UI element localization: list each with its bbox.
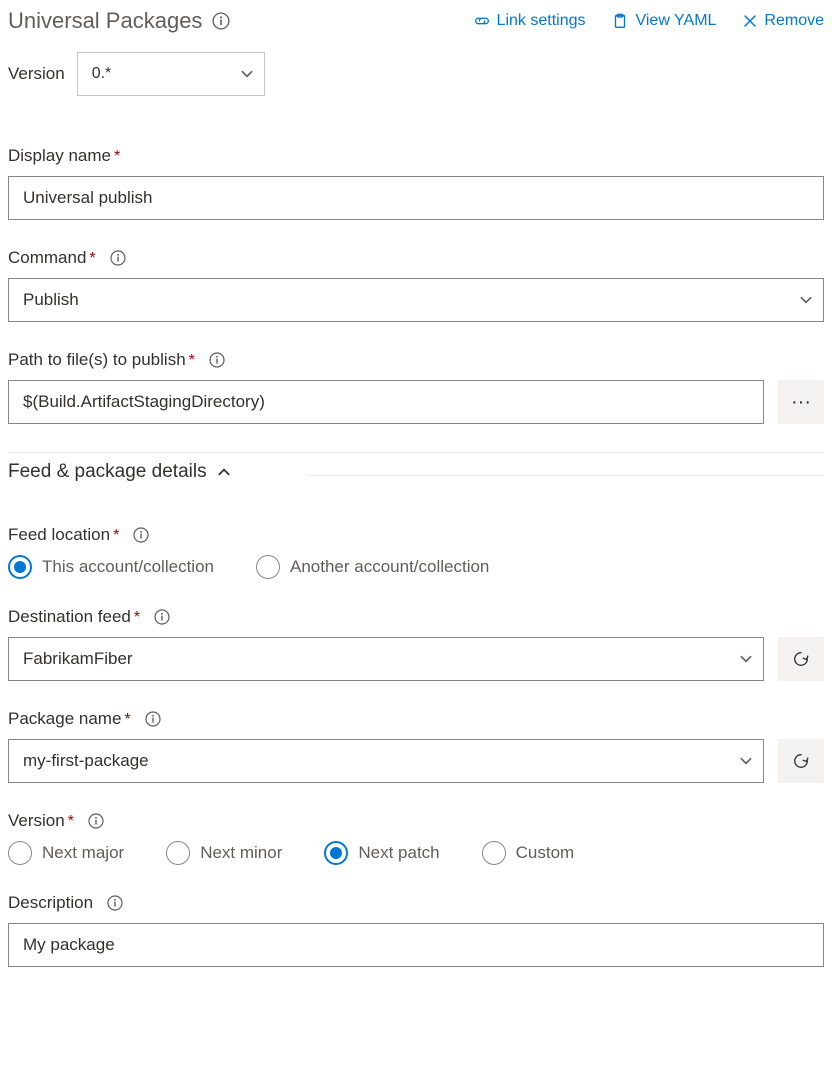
chevron-up-icon (217, 465, 231, 479)
feed-location-field: Feed location* This account/collection A… (8, 525, 824, 579)
path-input[interactable] (8, 380, 764, 424)
close-icon (742, 13, 758, 29)
version-strategy-field: Version* Next major Next minor Next patc… (8, 811, 824, 865)
info-icon[interactable] (212, 12, 230, 30)
radio-custom[interactable]: Custom (482, 841, 575, 865)
view-yaml-label: View YAML (635, 12, 716, 30)
radio-this-account[interactable]: This account/collection (8, 555, 214, 579)
display-name-field: Display name* (8, 146, 824, 220)
command-field: Command* Publish (8, 248, 824, 322)
command-value: Publish (23, 290, 79, 310)
chevron-down-icon (739, 754, 753, 768)
chevron-down-icon (799, 293, 813, 307)
task-version-row: Version 0.* (8, 52, 824, 96)
section-feed-package[interactable]: Feed & package details (8, 452, 824, 495)
display-name-input[interactable] (8, 176, 824, 220)
header-left: Universal Packages (8, 8, 230, 34)
description-label: Description (8, 893, 93, 913)
remove-label: Remove (764, 12, 824, 30)
clipboard-icon (611, 12, 629, 30)
display-name-label: Display name* (8, 146, 120, 166)
radio-another-label: Another account/collection (290, 557, 489, 577)
feed-location-label: Feed location* (8, 525, 119, 545)
radio-next-patch[interactable]: Next patch (324, 841, 439, 865)
chevron-down-icon (739, 652, 753, 666)
destination-feed-value: FabrikamFiber (23, 649, 133, 669)
radio-next-major[interactable]: Next major (8, 841, 124, 865)
remove-button[interactable]: Remove (742, 12, 824, 30)
info-icon[interactable] (133, 527, 149, 543)
destination-feed-field: Destination feed* FabrikamFiber (8, 607, 824, 681)
task-version-value: 0.* (92, 65, 112, 83)
package-name-value: my-first-package (23, 751, 149, 771)
package-name-select[interactable]: my-first-package (8, 739, 764, 783)
description-input[interactable] (8, 923, 824, 967)
radio-another-account[interactable]: Another account/collection (256, 555, 489, 579)
refresh-icon (792, 650, 810, 668)
task-version-select[interactable]: 0.* (77, 52, 265, 96)
info-icon[interactable] (209, 352, 225, 368)
link-settings-button[interactable]: Link settings (473, 12, 586, 30)
header-actions: Link settings View YAML Remove (473, 12, 824, 30)
section-title: Feed & package details (8, 461, 207, 483)
chevron-down-icon (240, 67, 254, 81)
refresh-icon (792, 752, 810, 770)
info-icon[interactable] (107, 895, 123, 911)
link-settings-label: Link settings (497, 12, 586, 30)
ellipsis-icon: ··· (791, 391, 811, 414)
view-yaml-button[interactable]: View YAML (611, 12, 716, 30)
destination-feed-label: Destination feed* (8, 607, 140, 627)
destination-feed-select[interactable]: FabrikamFiber (8, 637, 764, 681)
package-name-field: Package name* my-first-package (8, 709, 824, 783)
info-icon[interactable] (154, 609, 170, 625)
task-header: Universal Packages Link settings View YA… (8, 8, 824, 34)
feed-location-radio-group: This account/collection Another account/… (8, 555, 824, 579)
path-label: Path to file(s) to publish* (8, 350, 195, 370)
radio-this-label: This account/collection (42, 557, 214, 577)
link-icon (473, 12, 491, 30)
version-strategy-radio-group: Next major Next minor Next patch Custom (8, 841, 824, 865)
command-label: Command* (8, 248, 96, 268)
version-strategy-label: Version* (8, 811, 74, 831)
radio-next-minor[interactable]: Next minor (166, 841, 282, 865)
refresh-feed-button[interactable] (778, 637, 824, 681)
info-icon[interactable] (88, 813, 104, 829)
info-icon[interactable] (110, 250, 126, 266)
refresh-package-button[interactable] (778, 739, 824, 783)
info-icon[interactable] (145, 711, 161, 727)
task-title: Universal Packages (8, 8, 202, 34)
browse-button[interactable]: ··· (778, 380, 824, 424)
package-name-label: Package name* (8, 709, 131, 729)
description-field: Description (8, 893, 824, 967)
version-label: Version (8, 64, 65, 84)
path-field: Path to file(s) to publish* ··· (8, 350, 824, 424)
command-select[interactable]: Publish (8, 278, 824, 322)
